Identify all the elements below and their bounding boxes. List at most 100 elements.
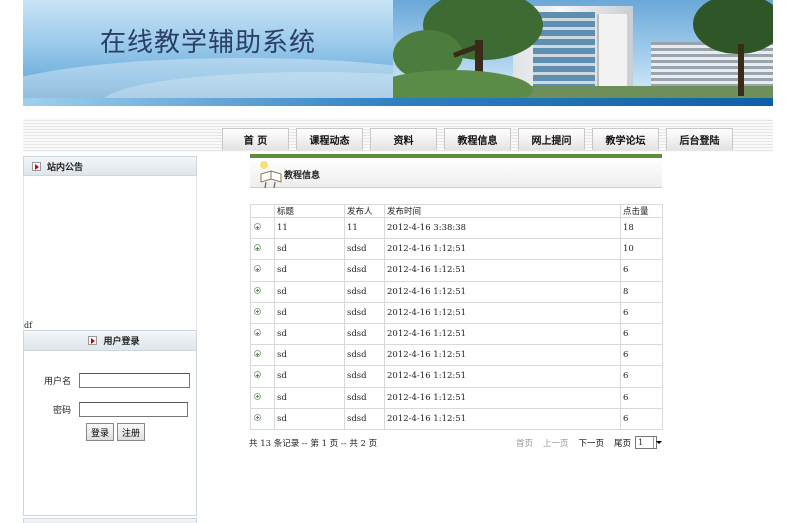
row-title[interactable]: sd	[274, 259, 345, 282]
book-icon	[260, 161, 282, 189]
table-header-row: 标题 发布人 发布时间 点击量	[250, 204, 663, 218]
row-clicks: 18	[620, 216, 663, 240]
table-row[interactable]: sd sdsd 2012-4-16 1:12:51 6	[250, 301, 663, 324]
row-author: sdsd	[344, 386, 385, 409]
pager-last[interactable]: 尾页	[614, 437, 631, 449]
row-time: 2012-4-16 1:12:51	[384, 322, 621, 346]
row-author: 11	[344, 216, 385, 240]
login-buttons: 登录 注册	[86, 423, 146, 441]
table-row[interactable]: sd sdsd 2012-4-16 1:12:51 6	[250, 322, 663, 346]
page-select[interactable]: 1	[635, 436, 662, 449]
row-time: 2012-4-16 1:12:51	[384, 365, 621, 388]
nav-tutorial-info[interactable]: 教程信息	[444, 128, 511, 150]
plus-icon	[254, 223, 261, 231]
row-title[interactable]: sd	[274, 301, 345, 324]
chevron-down-icon[interactable]	[653, 437, 662, 448]
column-header-title: 标题	[274, 204, 345, 218]
row-title[interactable]: sd	[274, 344, 345, 367]
row-title[interactable]: sd	[274, 322, 345, 346]
section-header: 教程信息	[250, 158, 662, 189]
nav-home[interactable]: 首 页	[222, 128, 289, 150]
row-author: sdsd	[344, 365, 385, 388]
tutorial-table: 标题 发布人 发布时间 点击量 11 11 2012-4-16 3:38:38 18 …	[250, 204, 663, 430]
row-clicks: 6	[620, 322, 663, 346]
table-row[interactable]: sd sdsd 2012-4-16 1:12:51 10	[250, 238, 663, 261]
table-row[interactable]: 11 11 2012-4-16 3:38:38 18	[250, 216, 663, 240]
nav-materials[interactable]: 资料	[370, 128, 437, 150]
login-button[interactable]: 登录	[86, 423, 115, 441]
plus-icon	[254, 244, 261, 252]
table-row[interactable]: sd sdsd 2012-4-16 1:12:51 6	[250, 344, 663, 367]
left-column: 站内公告 df dfdf 用户登录 用户名 密码 登录 注册	[23, 156, 197, 523]
nav-admin-login[interactable]: 后台登陆	[666, 128, 733, 150]
plus-icon	[254, 392, 261, 400]
row-clicks: 6	[620, 386, 663, 409]
row-time: 2012-4-16 1:12:51	[384, 238, 621, 261]
username-label: 用户名	[43, 377, 71, 387]
pager: 首页 上一页 下一页 尾页 1	[516, 436, 662, 449]
row-title[interactable]: sd	[274, 407, 345, 430]
row-time: 2012-4-16 1:12:51	[384, 386, 621, 409]
section-title: 教程信息	[284, 171, 321, 181]
next-panel-header	[23, 518, 197, 523]
row-author: sdsd	[344, 280, 385, 303]
row-clicks: 8	[620, 280, 663, 303]
plus-icon	[254, 371, 261, 379]
pager-next[interactable]: 下一页	[579, 437, 605, 449]
password-input[interactable]	[79, 402, 188, 417]
table-row[interactable]: sd sdsd 2012-4-16 1:12:51 6	[250, 386, 663, 409]
row-clicks: 6	[620, 344, 663, 367]
record-summary: 共 13 条记录 -- 第 1 页 -- 共 2 页	[249, 439, 378, 449]
row-time: 2012-4-16 1:12:51	[384, 407, 621, 430]
row-title[interactable]: 11	[274, 216, 345, 240]
row-author: sdsd	[344, 407, 385, 430]
plus-icon	[254, 265, 261, 273]
plus-icon	[254, 329, 261, 337]
pager-first: 首页	[516, 438, 534, 449]
notice-title: 站内公告	[47, 162, 84, 173]
row-time: 2012-4-16 1:12:51	[384, 259, 621, 282]
login-panel-header: 用户登录	[24, 331, 196, 351]
row-title[interactable]: sd	[274, 238, 345, 261]
row-author: sdsd	[344, 344, 385, 367]
arrow-icon	[32, 161, 41, 171]
password-row: 密码	[24, 402, 188, 417]
column-header-time: 发布时间	[384, 204, 621, 218]
row-time: 2012-4-16 1:12:51	[384, 344, 621, 367]
campus-photo	[393, 0, 773, 98]
row-author: sdsd	[344, 301, 385, 324]
notice-body: df dfdf	[23, 176, 197, 339]
plus-icon	[254, 307, 261, 315]
table-row[interactable]: sd sdsd 2012-4-16 1:12:51 6	[250, 407, 663, 430]
column-header-clicks: 点击量	[620, 204, 663, 218]
header-banner: 在线教学辅助系统	[23, 0, 773, 106]
row-time: 2012-4-16 1:12:51	[384, 280, 621, 303]
row-clicks: 6	[620, 365, 663, 388]
banner-bottom-bar	[23, 98, 773, 106]
login-title: 用户登录	[103, 337, 140, 347]
row-author: sdsd	[344, 322, 385, 346]
row-title[interactable]: sd	[274, 280, 345, 303]
username-input[interactable]	[79, 373, 190, 388]
page-select-value: 1	[638, 438, 644, 447]
plus-icon	[254, 286, 261, 294]
nav-forum[interactable]: 教学论坛	[592, 128, 659, 150]
row-author: sdsd	[344, 238, 385, 261]
column-header	[250, 204, 275, 218]
table-row[interactable]: sd sdsd 2012-4-16 1:12:51 6	[250, 259, 663, 282]
pager-prev: 上一页	[543, 438, 569, 449]
site-title: 在线教学辅助系统	[100, 28, 317, 58]
register-button[interactable]: 注册	[117, 423, 146, 441]
username-row: 用户名	[24, 373, 190, 388]
table-row[interactable]: sd sdsd 2012-4-16 1:12:51 8	[250, 280, 663, 303]
row-time: 2012-4-16 1:12:51	[384, 301, 621, 324]
row-time: 2012-4-16 3:38:38	[384, 216, 621, 240]
nav-course-news[interactable]: 课程动态	[296, 128, 363, 150]
login-panel: 用户登录 用户名 密码 登录 注册	[23, 330, 197, 516]
table-row[interactable]: sd sdsd 2012-4-16 1:12:51 6	[250, 365, 663, 388]
row-title[interactable]: sd	[274, 365, 345, 388]
notice-panel-header: 站内公告	[23, 156, 197, 176]
nav-ask-online[interactable]: 网上提问	[518, 128, 585, 150]
main-nav: 首 页 课程动态 资料 教程信息 网上提问 教学论坛 后台登陆	[222, 128, 740, 150]
row-title[interactable]: sd	[274, 386, 345, 409]
